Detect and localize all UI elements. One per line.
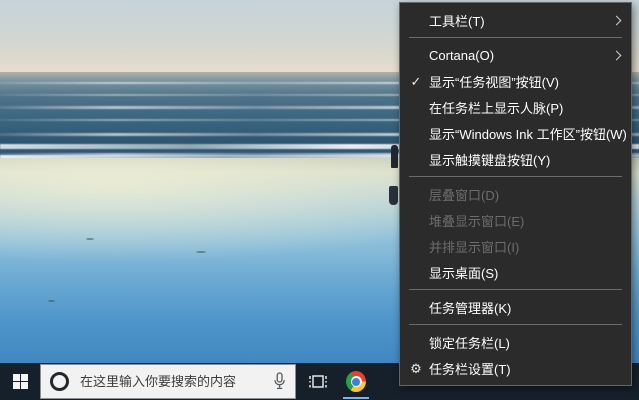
windows-logo-icon (13, 374, 28, 389)
menu-item-show-windows-ink-workspace-button[interactable]: 显示“Windows Ink 工作区”按钮(W) (400, 120, 631, 146)
beach-debris (196, 251, 206, 253)
running-app-indicator (343, 397, 369, 399)
menu-item-show-people-on-taskbar[interactable]: 在任务栏上显示人脉(P) (400, 94, 631, 120)
menu-item-cortana[interactable]: Cortana(O) (400, 42, 631, 68)
menu-item-label: 任务管理器(K) (429, 298, 623, 317)
search-input[interactable] (78, 373, 273, 390)
menu-item-lock-taskbar[interactable]: 锁定任务栏(L) (400, 329, 631, 355)
beach-debris (48, 300, 55, 302)
checkmark-icon: ✓ (408, 75, 424, 88)
menu-separator (409, 289, 622, 290)
submenu-arrow-icon (612, 50, 622, 60)
menu-item-show-desktop[interactable]: 显示桌面(S) (400, 259, 631, 285)
taskbar-search-box[interactable] (40, 364, 296, 399)
menu-item-task-manager[interactable]: 任务管理器(K) (400, 294, 631, 320)
menu-item-label: 堆叠显示窗口(E) (429, 211, 623, 230)
chrome-icon-center (352, 378, 360, 386)
menu-item-label: 显示桌面(S) (429, 263, 623, 282)
start-button[interactable] (0, 363, 40, 400)
menu-item-show-windows-stacked: 堆叠显示窗口(E) (400, 207, 631, 233)
task-view-button[interactable] (302, 363, 334, 400)
menu-item-label: 在任务栏上显示人脉(P) (429, 98, 623, 117)
desktop: 工具栏(T) Cortana(O) ✓ 显示“任务视图”按钮(V) 在任务栏上显… (0, 0, 639, 400)
menu-item-show-task-view-button[interactable]: ✓ 显示“任务视图”按钮(V) (400, 68, 631, 94)
menu-separator (409, 37, 622, 38)
menu-item-label: 显示“Windows Ink 工作区”按钮(W) (429, 124, 627, 143)
submenu-arrow-icon (612, 15, 622, 25)
menu-separator (409, 176, 622, 177)
menu-item-cascade-windows: 层叠窗口(D) (400, 181, 631, 207)
menu-item-label: 工具栏(T) (429, 11, 613, 30)
beach-debris (86, 238, 94, 240)
person-silhouette (391, 145, 398, 168)
menu-item-label: 锁定任务栏(L) (429, 333, 623, 352)
microphone-icon[interactable] (273, 372, 286, 391)
chrome-icon (346, 371, 366, 392)
menu-item-label: 层叠窗口(D) (429, 185, 623, 204)
menu-item-label: 并排显示窗口(I) (429, 237, 623, 256)
task-view-icon (308, 373, 328, 390)
chrome-icon-ring (351, 376, 362, 387)
menu-item-taskbar-settings[interactable]: ⚙ 任务栏设置(T) (400, 355, 631, 381)
chrome-taskbar-button[interactable] (340, 363, 372, 400)
person-silhouette (389, 186, 398, 205)
menu-item-label: 显示“任务视图”按钮(V) (429, 72, 623, 91)
menu-item-label: 任务栏设置(T) (429, 359, 623, 378)
menu-item-label: Cortana(O) (429, 48, 613, 63)
menu-item-show-touch-keyboard-button[interactable]: 显示触摸键盘按钮(Y) (400, 146, 631, 172)
menu-item-toolbars[interactable]: 工具栏(T) (400, 7, 631, 33)
gear-icon: ⚙ (408, 362, 424, 375)
taskbar-context-menu: 工具栏(T) Cortana(O) ✓ 显示“任务视图”按钮(V) 在任务栏上显… (399, 2, 632, 386)
menu-item-label: 显示触摸键盘按钮(Y) (429, 150, 623, 169)
cortana-icon (50, 372, 69, 391)
menu-item-show-windows-side-by-side: 并排显示窗口(I) (400, 233, 631, 259)
menu-separator (409, 324, 622, 325)
